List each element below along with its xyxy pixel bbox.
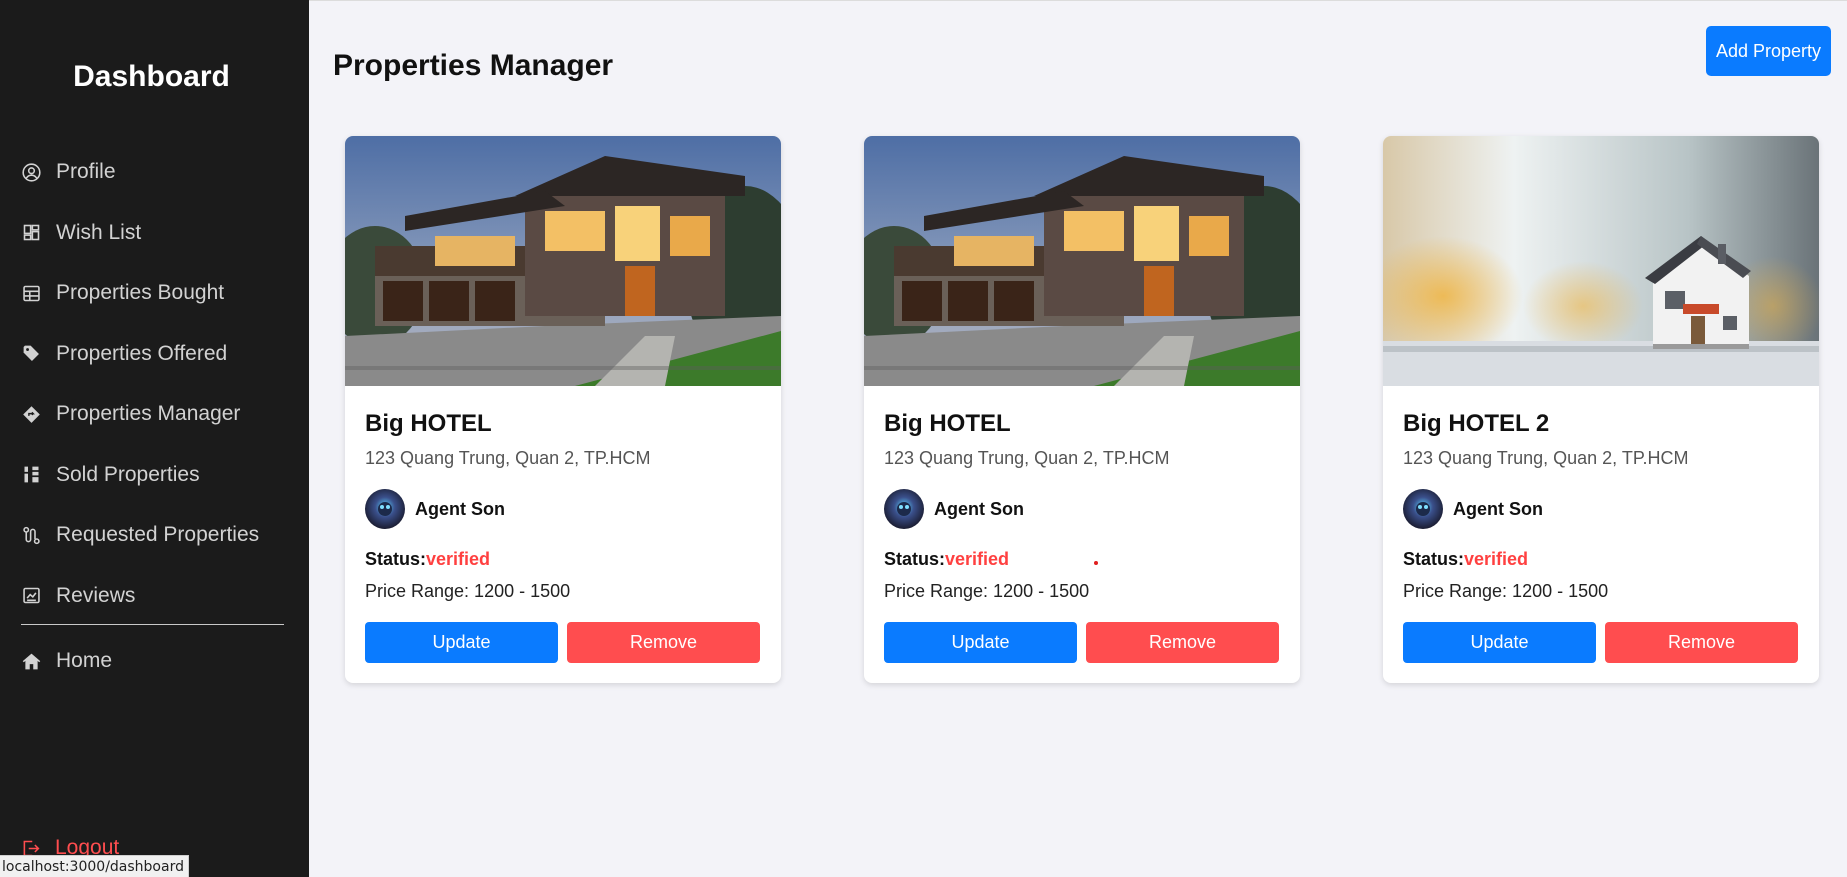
dashboard-title: Dashboard [73,60,230,93]
status-label: Status: [884,549,946,569]
property-image [1383,136,1819,386]
property-status: Status:verified [884,549,1009,570]
property-title: Big HOTEL [884,410,1011,437]
sidebar-item-label: Properties Bought [56,281,225,305]
property-address: 123 Quang Trung, Quan 2, TP.HCM [1403,448,1689,468]
page-title: Properties Manager [333,49,614,82]
status-label: Status: [1403,549,1465,569]
property-title: Big HOTEL 2 [1403,410,1550,437]
sidebar-item-properties-bought[interactable]: Properties Bought [0,263,309,324]
property-address: 123 Quang Trung, Quan 2, TP.HCM [884,448,1170,468]
price-range: Price Range: 1200 - 1500 [884,581,1090,601]
property-image [864,136,1300,386]
sort-icon [20,464,42,486]
route-icon [20,524,42,546]
agent-name: Agent Son [1453,498,1543,519]
sidebar-item-label: Reviews [56,583,136,607]
red-dot [1094,561,1098,565]
price-range: Price Range: 1200 - 1500 [1403,581,1609,601]
sidebar-item-home[interactable]: Home [0,631,309,692]
status-badge: verified [426,549,491,569]
status-label: Status: [365,549,427,569]
property-address: 123 Quang Trung, Quan 2, TP.HCM [365,448,651,468]
property-card: Big HOTEL 123 Quang Trung, Quan 2, TP.HC… [345,136,781,683]
browser-status-url: localhost:3000/dashboard [0,855,189,877]
property-title: Big HOTEL [365,410,492,437]
property-status: Status:verified [1403,549,1528,570]
remove-button[interactable]: Remove [1605,622,1798,663]
agent-avatar [365,489,405,529]
status-badge: verified [945,549,1010,569]
sidebar-item-label: Requested Properties [56,523,260,547]
main-content: Properties Manager Add Property Big HOTE… [309,0,1847,877]
chart-box-icon [20,585,42,607]
property-status: Status:verified [365,549,490,570]
add-property-button[interactable]: Add Property [1706,26,1831,76]
property-card: Big HOTEL 2 123 Quang Trung, Quan 2, TP.… [1383,136,1819,683]
sidebar-nav: Profile Wish List Properties Bought Prop… [0,142,309,626]
sidebar-item-sold-properties[interactable]: Sold Properties [0,445,309,506]
sidebar-item-properties-manager[interactable]: Properties Manager [0,384,309,445]
update-button[interactable]: Update [1403,622,1596,663]
sidebar-item-label: Wish List [56,220,142,244]
sidebar-item-label: Profile [56,160,116,184]
agent-avatar [1403,489,1443,529]
status-badge: verified [1464,549,1529,569]
user-circle-icon [20,161,42,183]
price-range: Price Range: 1200 - 1500 [365,581,571,601]
remove-button[interactable]: Remove [1086,622,1279,663]
update-button[interactable]: Update [365,622,558,663]
sidebar-item-profile[interactable]: Profile [0,142,309,203]
sidebar-item-requested-properties[interactable]: Requested Properties [0,505,309,566]
dashboard-grid-icon [20,222,42,244]
tag-icon [20,343,42,365]
home-icon [20,650,42,672]
agent-info: Agent Son [884,489,1024,529]
agent-avatar [884,489,924,529]
agent-info: Agent Son [1403,489,1543,529]
sidebar-item-reviews[interactable]: Reviews [0,566,309,627]
property-card: Big HOTEL 123 Quang Trung, Quan 2, TP.HC… [864,136,1300,683]
sidebar-item-wish-list[interactable]: Wish List [0,203,309,264]
sidebar: Dashboard Profile Wish List Properties B… [0,0,309,877]
agent-info: Agent Son [365,489,505,529]
diamond-icon [20,403,42,425]
sidebar-item-label: Sold Properties [56,462,200,486]
table-icon [20,282,42,304]
sidebar-item-properties-offered[interactable]: Properties Offered [0,324,309,385]
sidebar-divider [21,624,284,625]
sidebar-item-label: Properties Offered [56,341,228,365]
agent-name: Agent Son [934,498,1024,519]
remove-button[interactable]: Remove [567,622,760,663]
property-image [345,136,781,386]
sidebar-item-label: Home [56,649,113,673]
update-button[interactable]: Update [884,622,1077,663]
agent-name: Agent Son [415,498,505,519]
sidebar-item-label: Properties Manager [56,402,241,426]
